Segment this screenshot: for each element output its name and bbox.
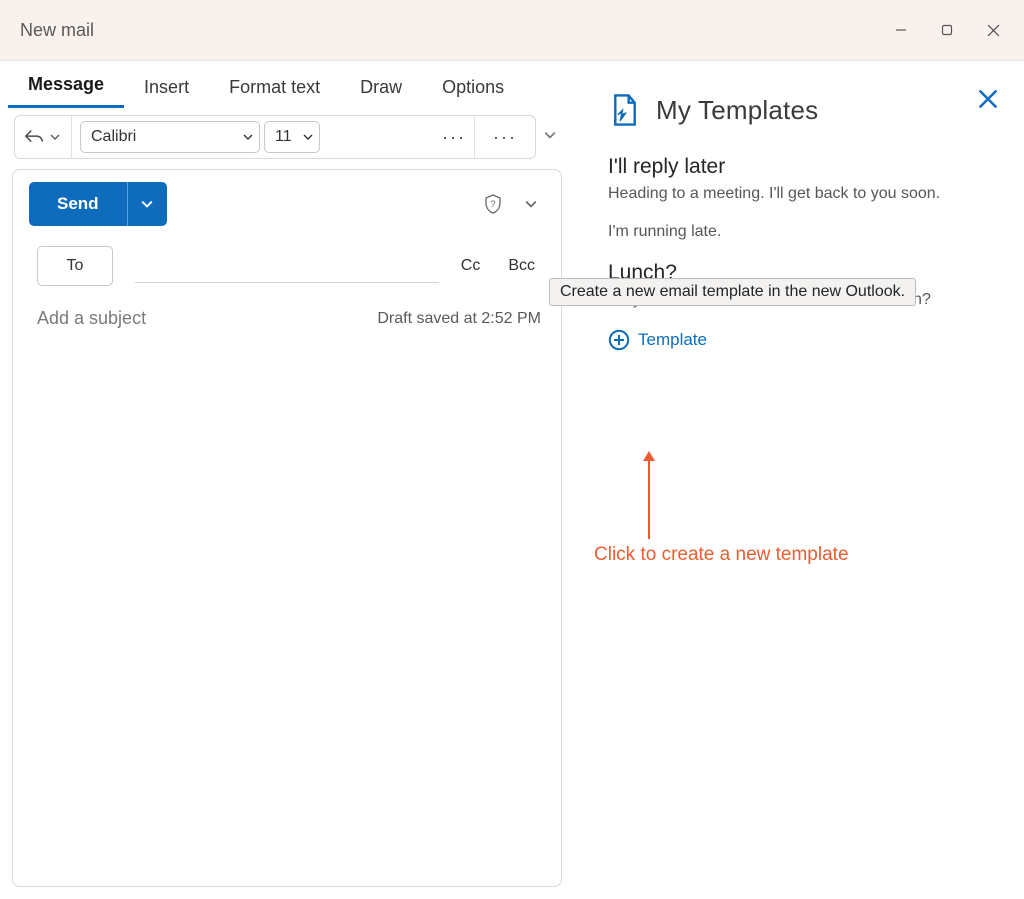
ribbon-toolbar: Calibri 11 ··· ··· bbox=[14, 115, 536, 159]
undo-segment bbox=[15, 116, 72, 158]
chevron-down-icon bbox=[525, 198, 537, 210]
shield-icon: ? bbox=[484, 194, 502, 214]
template-body: Heading to a meeting. I'll get back to y… bbox=[608, 185, 1004, 203]
tab-options[interactable]: Options bbox=[422, 67, 524, 108]
undo-caret[interactable] bbox=[47, 132, 63, 142]
compose-area: Message Insert Format text Draw Options bbox=[0, 61, 574, 899]
font-family-value: Calibri bbox=[91, 128, 136, 146]
svg-text:?: ? bbox=[490, 199, 495, 209]
chevron-down-icon bbox=[243, 132, 253, 142]
send-group: Send bbox=[29, 182, 167, 226]
undo-icon bbox=[23, 126, 45, 148]
to-row: To Cc Bcc bbox=[13, 242, 561, 300]
ribbon-collapse[interactable] bbox=[536, 129, 564, 145]
panel-header: My Templates bbox=[608, 93, 1004, 127]
font-size-select[interactable]: 11 bbox=[264, 121, 320, 153]
tab-format[interactable]: Format text bbox=[209, 67, 340, 108]
subject-input[interactable]: Add a subject bbox=[37, 308, 146, 329]
tab-message[interactable]: Message bbox=[8, 64, 124, 108]
ribbon-more-2[interactable]: ··· bbox=[493, 127, 517, 148]
template-item[interactable]: I'm running late. bbox=[608, 223, 1004, 241]
app-body: Message Insert Format text Draw Options bbox=[0, 60, 1024, 899]
maximize-button[interactable] bbox=[924, 7, 970, 53]
font-family-select[interactable]: Calibri bbox=[80, 121, 260, 153]
close-button[interactable] bbox=[970, 7, 1016, 53]
window-title: New mail bbox=[20, 20, 94, 41]
send-row: Send ? bbox=[13, 170, 561, 242]
close-icon bbox=[978, 89, 998, 109]
ribbon-tabs: Message Insert Format text Draw Options bbox=[0, 61, 574, 109]
minimize-button[interactable] bbox=[878, 7, 924, 53]
add-template-button[interactable]: Template bbox=[608, 329, 1004, 351]
ribbon-more-1[interactable]: ··· bbox=[442, 127, 466, 148]
message-body[interactable] bbox=[13, 343, 561, 886]
chevron-down-icon bbox=[50, 132, 60, 142]
to-input[interactable] bbox=[135, 249, 439, 283]
send-split-button[interactable] bbox=[127, 182, 167, 226]
cc-button[interactable]: Cc bbox=[455, 253, 487, 279]
chevron-down-icon bbox=[141, 198, 153, 210]
font-size-value: 11 bbox=[275, 128, 292, 146]
template-item[interactable]: I'll reply later Heading to a meeting. I… bbox=[608, 155, 1004, 203]
compose-more[interactable] bbox=[517, 198, 545, 210]
sensitivity-button[interactable]: ? bbox=[479, 194, 507, 214]
templates-panel: My Templates I'll reply later Heading to… bbox=[574, 61, 1024, 899]
ribbon-toolbar-row: Calibri 11 ··· ··· bbox=[0, 109, 574, 169]
add-template-label: Template bbox=[638, 330, 707, 350]
font-segment: Calibri 11 ··· bbox=[72, 116, 475, 158]
tooltip: Create a new email template in the new O… bbox=[549, 278, 916, 306]
annotation-text: Click to create a new template bbox=[594, 544, 849, 566]
ribbon-more-segment: ··· bbox=[475, 116, 535, 158]
annotation-arrow bbox=[648, 459, 650, 539]
titlebar: New mail bbox=[0, 0, 1024, 60]
tab-insert[interactable]: Insert bbox=[124, 67, 209, 108]
plus-circle-icon bbox=[608, 329, 630, 351]
panel-close-button[interactable] bbox=[978, 89, 998, 113]
chevron-down-icon bbox=[544, 129, 556, 141]
draft-status: Draft saved at 2:52 PM bbox=[377, 310, 541, 328]
template-body: I'm running late. bbox=[608, 223, 1004, 241]
window-controls bbox=[878, 7, 1016, 53]
undo-button[interactable] bbox=[23, 126, 45, 148]
chevron-down-icon bbox=[303, 132, 313, 142]
template-title: I'll reply later bbox=[608, 155, 1004, 179]
to-button[interactable]: To bbox=[37, 246, 113, 286]
bcc-button[interactable]: Bcc bbox=[502, 253, 541, 279]
subject-row: Add a subject Draft saved at 2:52 PM bbox=[13, 300, 561, 343]
compose-card: Send ? To Cc Bcc Ad bbox=[12, 169, 562, 887]
tab-draw[interactable]: Draw bbox=[340, 67, 422, 108]
panel-title: My Templates bbox=[656, 95, 818, 126]
templates-icon bbox=[608, 93, 642, 127]
send-button[interactable]: Send bbox=[29, 182, 127, 226]
